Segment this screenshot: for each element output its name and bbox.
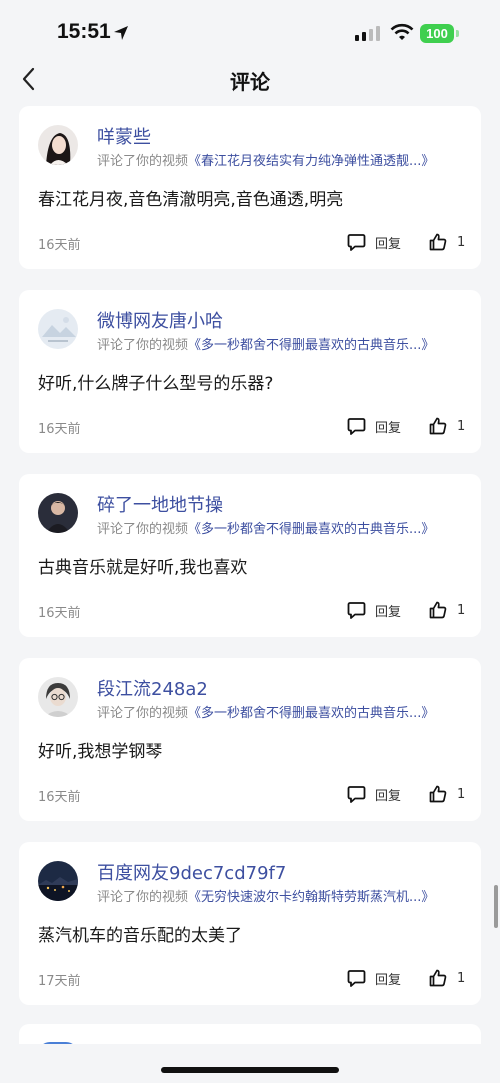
action-text: 评论了你的视频: [97, 890, 189, 905]
thumbs-up-icon: [429, 785, 447, 803]
like-count: 1: [457, 970, 466, 986]
video-link[interactable]: 《春江花月夜结实有力纯净弹性通透靓...》: [188, 154, 434, 169]
chevron-left-icon: [22, 67, 35, 91]
reply-button[interactable]: 回复: [347, 968, 407, 988]
status-time: 15:51: [57, 20, 111, 43]
action-text: 评论了你的视频: [97, 338, 189, 353]
comment-time: 17天前: [38, 974, 81, 989]
comment-context: 评论了你的视频《多一秒都舍不得删最喜欢的古典音乐...》: [97, 518, 434, 537]
avatar[interactable]: [38, 309, 78, 349]
thumbs-up-icon: [429, 417, 447, 435]
avatar[interactable]: [38, 493, 78, 533]
reply-label: 回复: [375, 420, 402, 436]
comment-context: 评论了你的视频《多一秒都舍不得删最喜欢的古典音乐...》: [97, 702, 434, 721]
username[interactable]: 微博网友唐小哈: [97, 307, 223, 333]
thumbs-up-icon: [429, 601, 447, 619]
comment-time: 16天前: [38, 238, 81, 253]
comment-text: 蒸汽机车的音乐配的太美了: [38, 926, 242, 946]
battery-cap: [456, 30, 459, 37]
back-button[interactable]: [18, 66, 42, 92]
video-link[interactable]: 《多一秒都舍不得删最喜欢的古典音乐...》: [188, 338, 434, 353]
comment-bubble-icon: [347, 785, 366, 803]
action-text: 评论了你的视频: [97, 522, 189, 537]
action-text: 评论了你的视频: [97, 706, 189, 721]
page-title: 评论: [230, 70, 270, 94]
comment-time: 16天前: [38, 422, 81, 437]
comment-text: 古典音乐就是好听,我也喜欢: [38, 558, 248, 578]
username[interactable]: 百度网友9dec7cd79f7: [97, 859, 286, 885]
comment-bubble-icon: [347, 233, 366, 251]
like-count: 1: [457, 234, 466, 250]
comment-text: 好听,什么牌子什么型号的乐器?: [38, 374, 274, 394]
comment-bubble-icon: [347, 417, 366, 435]
avatar[interactable]: [38, 125, 78, 165]
nav-bar: 评论: [0, 60, 500, 100]
comment-bubble-icon: [347, 969, 366, 987]
username[interactable]: 咩蒙些: [97, 123, 151, 149]
comment-context: 评论了你的视频《多一秒都舍不得删最喜欢的古典音乐...》: [97, 334, 434, 353]
battery-indicator: 100: [420, 24, 454, 43]
video-link[interactable]: 《无穷快速波尔卡约翰斯特劳斯蒸汽机...》: [188, 890, 434, 905]
like-button[interactable]: 1: [429, 968, 469, 988]
avatar[interactable]: [38, 677, 78, 717]
like-button[interactable]: 1: [429, 416, 469, 436]
reply-label: 回复: [375, 972, 402, 988]
home-indicator[interactable]: [161, 1067, 339, 1073]
reply-label: 回复: [375, 604, 402, 620]
comment-text: 春江花月夜,音色清澈明亮,音色通透,明亮: [38, 190, 344, 210]
bottom-area: [0, 1044, 500, 1083]
comment-card: 碎了一地地节操 评论了你的视频《多一秒都舍不得删最喜欢的古典音乐...》 古典音…: [19, 474, 481, 637]
comment-time: 16天前: [38, 790, 81, 805]
wifi-icon: [390, 23, 414, 40]
like-count: 1: [457, 786, 466, 802]
status-bar: 15:51 100: [0, 0, 500, 60]
comment-context: 评论了你的视频《无穷快速波尔卡约翰斯特劳斯蒸汽机...》: [97, 886, 434, 905]
reply-label: 回复: [375, 236, 402, 252]
like-count: 1: [457, 418, 466, 434]
avatar[interactable]: [38, 861, 78, 901]
comment-card: 咩蒙些 评论了你的视频《春江花月夜结实有力纯净弹性通透靓...》 春江花月夜,音…: [19, 106, 481, 269]
comment-card: 百度网友9dec7cd79f7 评论了你的视频《无穷快速波尔卡约翰斯特劳斯蒸汽机…: [19, 842, 481, 1005]
comment-time: 16天前: [38, 606, 81, 621]
username[interactable]: 碎了一地地节操: [97, 491, 223, 517]
reply-label: 回复: [375, 788, 402, 804]
video-link[interactable]: 《多一秒都舍不得删最喜欢的古典音乐...》: [188, 522, 434, 537]
reply-button[interactable]: 回复: [347, 600, 407, 620]
comment-text: 好听,我想学钢琴: [38, 742, 163, 762]
reply-button[interactable]: 回复: [347, 416, 407, 436]
location-arrow-icon: [114, 26, 128, 40]
action-text: 评论了你的视频: [97, 154, 189, 169]
username[interactable]: 段江流248a2: [97, 675, 208, 701]
like-button[interactable]: 1: [429, 600, 469, 620]
video-link[interactable]: 《多一秒都舍不得删最喜欢的古典音乐...》: [188, 706, 434, 721]
like-button[interactable]: 1: [429, 784, 469, 804]
comment-card: 段江流248a2 评论了你的视频《多一秒都舍不得删最喜欢的古典音乐...》 好听…: [19, 658, 481, 821]
reply-button[interactable]: 回复: [347, 784, 407, 804]
comment-card: 微博网友唐小哈 评论了你的视频《多一秒都舍不得删最喜欢的古典音乐...》 好听,…: [19, 290, 481, 453]
scrollbar[interactable]: [494, 885, 498, 928]
thumbs-up-icon: [429, 969, 447, 987]
cellular-signal-icon: [355, 26, 380, 41]
like-count: 1: [457, 602, 466, 618]
comment-bubble-icon: [347, 601, 366, 619]
like-button[interactable]: 1: [429, 232, 469, 252]
comment-context: 评论了你的视频《春江花月夜结实有力纯净弹性通透靓...》: [97, 150, 434, 169]
reply-button[interactable]: 回复: [347, 232, 407, 252]
thumbs-up-icon: [429, 233, 447, 251]
